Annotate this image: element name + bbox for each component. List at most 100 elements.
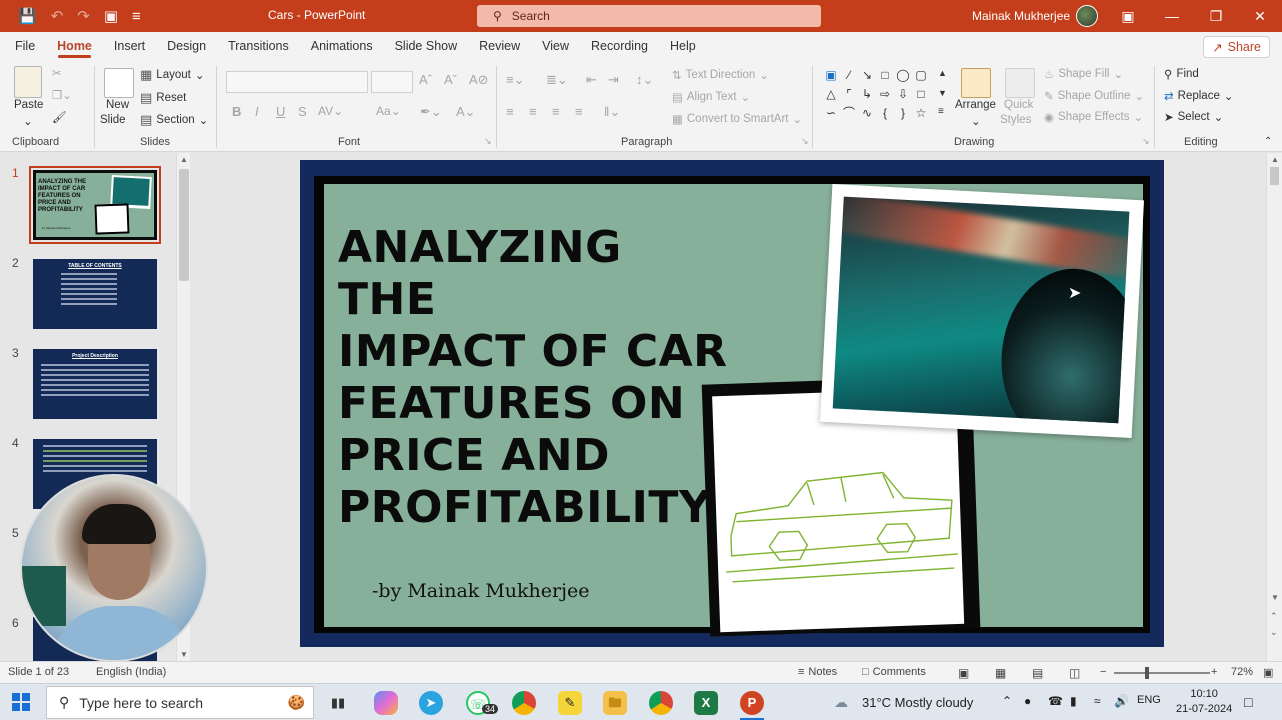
slide-sorter-icon[interactable]: ▦ xyxy=(995,666,1006,680)
italic-icon[interactable]: I xyxy=(255,104,259,119)
arrange-button[interactable]: Arrange xyxy=(955,99,996,111)
customize-qat-icon[interactable]: ≡ xyxy=(132,8,141,25)
new-slide-icon[interactable] xyxy=(104,68,134,98)
task-view-icon[interactable]: ▮▮ xyxy=(326,691,350,715)
convert-smartart-button[interactable]: ▦ Convert to SmartArt ⌄ xyxy=(672,112,802,126)
scroll-up-icon[interactable]: ▲ xyxy=(1271,155,1279,164)
align-center-icon[interactable]: ≡ xyxy=(529,104,537,119)
telegram-icon[interactable]: ➤ xyxy=(419,691,443,715)
share-button[interactable]: ↗ Share xyxy=(1203,36,1270,58)
font-family-select[interactable] xyxy=(226,71,368,93)
taskbar-clock[interactable]: 10:10 21-07-2024 xyxy=(1176,687,1232,717)
format-painter-icon[interactable]: 🖌 xyxy=(52,110,67,124)
zoom-slider[interactable] xyxy=(1114,672,1210,674)
canvas-scrollbar[interactable]: ▲ ▼ ⌃ ⌄ xyxy=(1266,153,1282,661)
find-button[interactable]: ⚲ Find xyxy=(1164,67,1199,81)
shape-outline-button[interactable]: ✎ Shape Outline ⌄ xyxy=(1044,89,1144,103)
numbering-icon[interactable]: ≣⌄ xyxy=(546,72,568,88)
normal-view-icon[interactable]: ▣ xyxy=(958,666,969,680)
character-spacing-icon[interactable]: AV⌄ xyxy=(318,104,343,118)
windows-start-icon[interactable] xyxy=(12,693,30,711)
tab-transitions[interactable]: Transitions xyxy=(217,32,300,60)
language-indicator[interactable]: English (India) xyxy=(96,666,166,678)
undo-icon[interactable]: ↶ xyxy=(51,7,64,25)
redo-icon[interactable]: ↷ xyxy=(77,7,90,25)
sticky-notes-icon[interactable]: ✎ xyxy=(558,691,582,715)
quick-styles-icon[interactable] xyxy=(1005,68,1035,98)
down-arrow-shape-icon[interactable]: ⇩ xyxy=(894,85,912,104)
tab-review[interactable]: Review xyxy=(468,32,531,60)
paragraph-dialog-icon[interactable]: ↘ xyxy=(801,136,809,147)
slide-thumbnail-3[interactable]: Project Description xyxy=(33,349,157,419)
zoom-out-icon[interactable]: − xyxy=(1100,666,1106,678)
meet-icon[interactable]: ● xyxy=(1024,694,1031,708)
reading-view-icon[interactable]: ▤ xyxy=(1032,666,1043,680)
font-color-icon[interactable]: A⌄ xyxy=(456,104,476,120)
slideshow-view-icon[interactable]: ◫ xyxy=(1069,666,1080,680)
collapse-ribbon-icon[interactable]: ⌃ xyxy=(1264,136,1272,147)
shape-fill-button[interactable]: ♨ Shape Fill ⌄ xyxy=(1044,67,1123,81)
excel-icon[interactable]: X xyxy=(694,691,718,715)
save-icon[interactable]: 💾 xyxy=(18,7,37,25)
elbow-arrow-shape-icon[interactable]: ↳ xyxy=(858,85,876,104)
increase-indent-icon[interactable]: ⇥ xyxy=(608,72,619,88)
volume-icon[interactable]: 🔊 xyxy=(1114,694,1129,708)
decrease-font-icon[interactable]: Aˇ xyxy=(444,72,457,87)
present-icon[interactable]: ▣ xyxy=(104,7,118,25)
highlight-icon[interactable]: ✒⌄ xyxy=(420,104,442,120)
quick-styles-button-line2[interactable]: Styles xyxy=(1000,114,1031,126)
new-slide-button-line2[interactable]: Slide xyxy=(100,114,126,126)
weather-icon[interactable]: ☁ xyxy=(834,694,848,711)
chrome-icon[interactable] xyxy=(512,691,536,715)
maximize-icon[interactable]: ❐ xyxy=(1194,0,1238,32)
oval-shape-icon[interactable]: ◯ xyxy=(894,66,912,85)
slide-thumbnail-2[interactable]: TABLE OF CONTENTS xyxy=(33,259,157,329)
tab-view[interactable]: View xyxy=(531,32,580,60)
right-brace-shape-icon[interactable]: } xyxy=(894,104,912,123)
rectangle-shape-icon[interactable]: □ xyxy=(876,66,894,85)
chrome-profile-icon[interactable] xyxy=(649,691,673,715)
decrease-indent-icon[interactable]: ⇤ xyxy=(586,72,597,88)
previous-slide-icon[interactable]: ⌃ xyxy=(1270,611,1278,622)
justify-icon[interactable]: ≡ xyxy=(575,104,583,119)
columns-icon[interactable]: ‖⌄ xyxy=(604,104,620,120)
replace-button[interactable]: ⇄ Replace ⌄ xyxy=(1164,89,1233,103)
scrollbar-thumb[interactable] xyxy=(1270,167,1279,185)
notes-button[interactable]: ≡ Notes xyxy=(798,666,837,678)
align-left-icon[interactable]: ≡ xyxy=(506,104,514,119)
shapes-scroll-down-icon[interactable]: ▼ xyxy=(938,88,947,98)
clear-formatting-icon[interactable]: A⊘ xyxy=(469,72,489,88)
shapes-more-icon[interactable]: ≡ xyxy=(938,106,944,117)
align-text-button[interactable]: ▤ Align Text ⌄ xyxy=(672,90,750,104)
scrollbar-thumb[interactable] xyxy=(179,169,189,281)
fit-slide-icon[interactable]: ▣ xyxy=(1263,666,1273,679)
close-icon[interactable]: ✕ xyxy=(1238,0,1282,32)
rounded-rect-shape-icon[interactable]: ▢ xyxy=(912,66,930,85)
align-right-icon[interactable]: ≡ xyxy=(552,104,560,119)
weather-text[interactable]: 31°C Mostly cloudy xyxy=(862,695,973,710)
arrange-dropdown-icon[interactable]: ⌄ xyxy=(971,114,981,128)
elbow-connector-shape-icon[interactable]: ⌜ xyxy=(840,85,858,104)
powerpoint-icon[interactable]: P xyxy=(740,691,764,715)
tab-recording[interactable]: Recording xyxy=(580,32,659,60)
avatar[interactable] xyxy=(1076,5,1098,27)
select-button[interactable]: ➤ Select ⌄ xyxy=(1164,110,1223,124)
search-box[interactable]: ⚲ Search xyxy=(477,5,821,27)
phone-icon[interactable]: ☎ xyxy=(1048,694,1063,708)
shape-effects-button[interactable]: ◉ Shape Effects ⌄ xyxy=(1044,110,1143,124)
slide-subtitle[interactable]: -by Mainak Mukherjee xyxy=(372,580,589,602)
quick-styles-button[interactable]: Quick xyxy=(1004,99,1033,111)
triangle-shape-icon[interactable]: △ xyxy=(822,85,840,104)
left-brace-shape-icon[interactable]: { xyxy=(876,104,894,123)
minimize-icon[interactable]: — xyxy=(1150,0,1194,32)
zoom-slider-handle[interactable] xyxy=(1145,667,1149,679)
drawing-dialog-icon[interactable]: ↘ xyxy=(1142,136,1150,147)
paste-dropdown-icon[interactable]: ⌄ xyxy=(23,114,33,128)
zoom-level[interactable]: 72% xyxy=(1231,666,1253,678)
input-language[interactable]: ENG xyxy=(1137,694,1161,706)
text-box-shape-icon[interactable]: ▣ xyxy=(822,66,840,85)
curve-shape-icon[interactable]: ∽ xyxy=(822,104,840,123)
shapes-gallery[interactable]: ▣ ∕ ↘ □ ◯ ▢ △ ⌜ ↳ ⇨ ⇩ □ ∽ ⌒ ∿ { } ☆ xyxy=(822,66,940,124)
tab-help[interactable]: Help xyxy=(659,32,707,60)
next-slide-icon[interactable]: ⌄ xyxy=(1270,627,1278,638)
